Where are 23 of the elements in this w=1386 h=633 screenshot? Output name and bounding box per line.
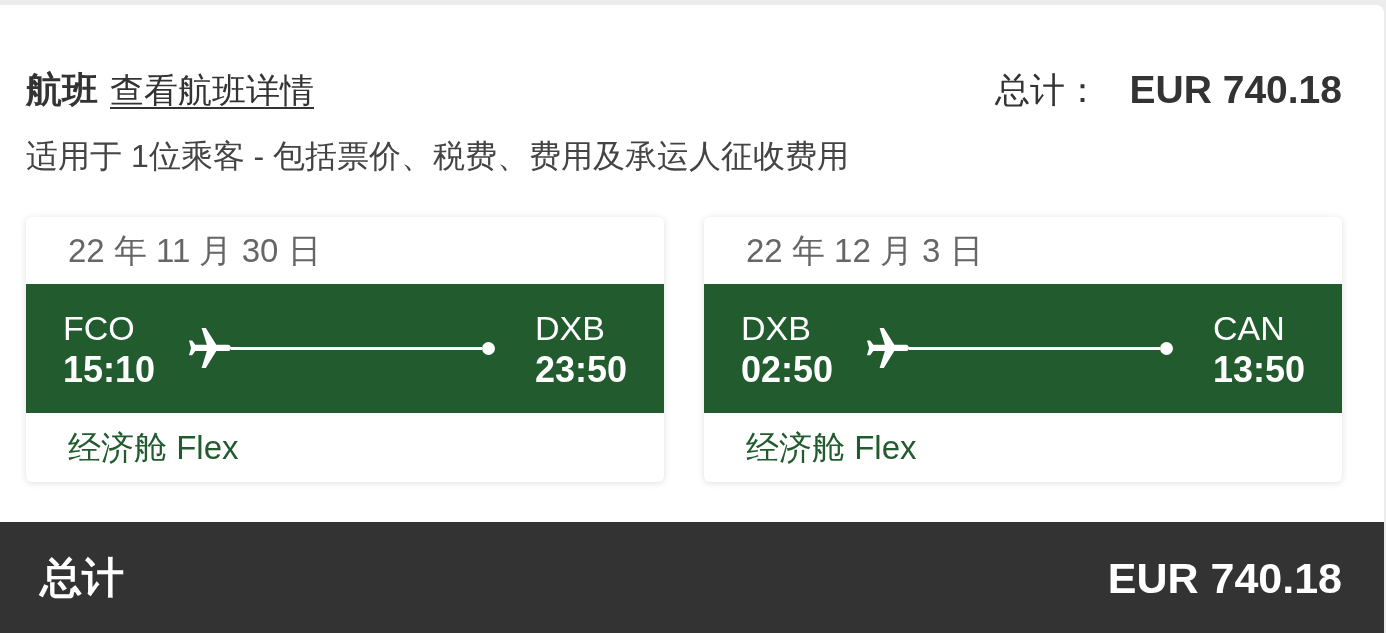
origin-code: DXB [741, 307, 812, 349]
destination-code: CAN [1212, 307, 1286, 349]
cabin-class: 经济舱 Flex [746, 427, 917, 468]
departure-time: 15:10 [63, 348, 156, 391]
flight-date: 22 年 11 月 30 日 [68, 230, 321, 271]
total-amount: EUR 740.18 [1107, 552, 1342, 603]
flight-date: 22 年 12 月 3 日 [746, 230, 983, 271]
total-amount: EUR 740.18 [1129, 69, 1342, 111]
plane-icon [867, 327, 910, 370]
destination-code: DXB [534, 307, 606, 349]
fare-note: 适用于 1位乘客 - 包括票价、税费、费用及承运人征收费用 [26, 137, 851, 176]
departure-time: 02:50 [741, 348, 834, 391]
flight-details-link[interactable]: 查看航班详情 [110, 69, 314, 111]
arrival-time: 13:50 [1212, 348, 1305, 391]
total-label: 总计 [40, 552, 124, 603]
arrival-time: 23:50 [534, 348, 627, 391]
endpoint-dot-icon [481, 342, 495, 355]
total-label: 总计： [994, 69, 1100, 111]
origin-code: FCO [63, 307, 136, 349]
cabin-class: 经济舱 Flex [68, 427, 239, 468]
section-title: 航班 [26, 69, 98, 111]
endpoint-dot-icon [1159, 342, 1173, 355]
plane-icon [189, 327, 232, 370]
